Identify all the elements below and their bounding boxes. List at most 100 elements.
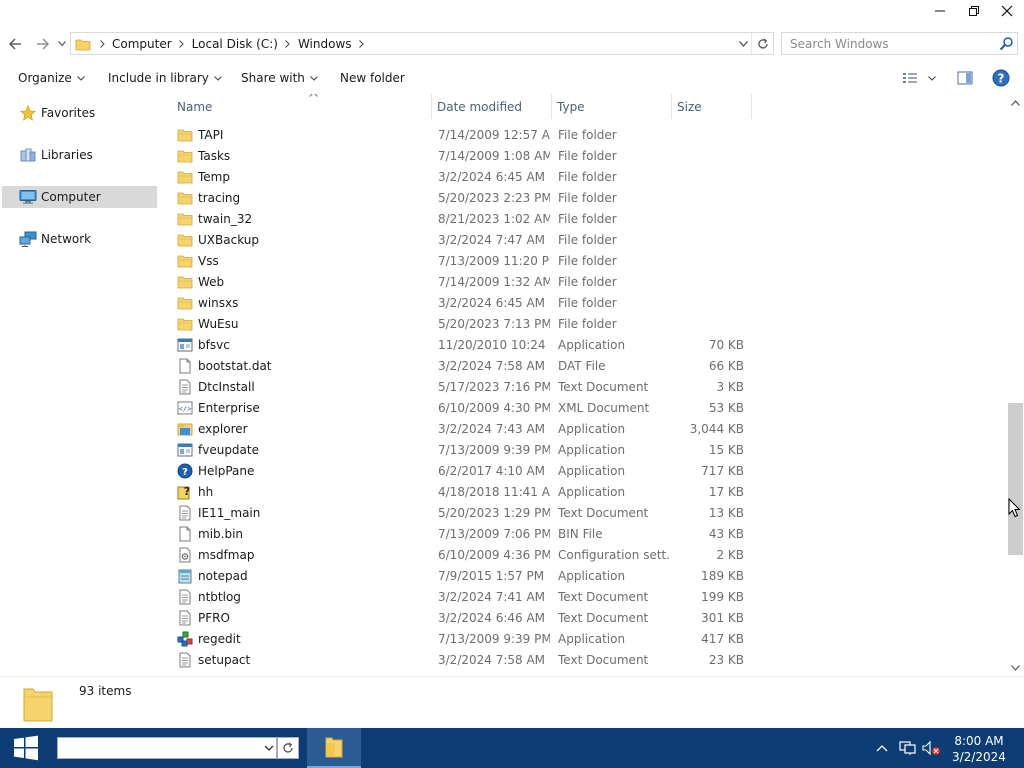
column-header-type[interactable]: Type [552, 94, 672, 119]
scroll-up-button[interactable] [1007, 94, 1024, 111]
item-count: 93 items [79, 684, 132, 698]
file-date-modified: 11/20/2010 10:24 ... [438, 338, 550, 352]
file-date-modified: 3/2/2024 7:58 AM [438, 653, 546, 667]
refresh-button[interactable] [751, 33, 773, 54]
share-with-menu[interactable]: Share with [241, 69, 318, 87]
minimize-button[interactable] [923, 0, 957, 22]
table-row[interactable]: fveupdate 7/13/2009 9:39 PM Application 15 … [160, 440, 760, 461]
file-size: 70 KB [708, 338, 744, 352]
column-header-label: Date modified [437, 99, 523, 114]
breadcrumb-separator-icon[interactable] [95, 33, 109, 54]
table-row[interactable]: UXBackup 3/2/2024 7:47 AM File folder [160, 230, 760, 251]
file-type: File folder [558, 128, 617, 142]
start-button[interactable] [0, 728, 52, 768]
table-row[interactable]: msdfmap 6/10/2009 4:36 PM Configuration se… [160, 545, 760, 566]
file-type: Application [558, 464, 626, 478]
close-button[interactable] [990, 0, 1024, 22]
table-row[interactable]: </> Enterprise 6/10/2009 4:30 PM XML Docume… [160, 398, 760, 419]
forward-button[interactable] [32, 33, 54, 55]
table-row[interactable]: ? hh 4/18/2018 11:41 AM Application 17 KB [160, 482, 760, 503]
address-dropdown-button[interactable] [735, 33, 751, 54]
nav-item-computer[interactable]: Computer [2, 186, 157, 208]
table-row[interactable]: Web 7/14/2009 1:32 AM File folder [160, 272, 760, 293]
table-row[interactable]: bootstat.dat 3/2/2024 7:58 AM DAT File 66 K… [160, 356, 760, 377]
text-file-icon [179, 379, 191, 395]
table-row[interactable]: winsxs 3/2/2024 6:45 AM File folder [160, 293, 760, 314]
breadcrumb-separator-icon[interactable] [355, 33, 369, 54]
blank-file-icon [179, 358, 191, 374]
sort-ascending-icon [309, 94, 318, 97]
back-button[interactable] [4, 33, 26, 55]
table-row[interactable]: TAPI 7/14/2009 12:57 AM File folder [160, 125, 760, 146]
column-header-size[interactable]: Size [672, 94, 752, 119]
table-row[interactable]: notepad 7/9/2015 1:57 PM Application 189 KB [160, 566, 760, 587]
show-hidden-icons-button[interactable] [872, 728, 892, 768]
volume-button[interactable] [920, 728, 942, 768]
column-header-name[interactable]: Name [172, 94, 432, 119]
file-name: WuEsu [198, 317, 239, 331]
table-row[interactable]: regedit 7/13/2009 9:39 PM Application 417 K… [160, 629, 760, 650]
network-status-button[interactable] [897, 728, 919, 768]
preview-pane-button[interactable] [953, 67, 977, 89]
nav-item-favorites[interactable]: Favorites [2, 102, 157, 124]
table-row[interactable]: explorer 3/2/2024 7:43 AM Application 3,044… [160, 419, 760, 440]
new-folder-button[interactable]: New folder [340, 69, 405, 87]
address-bar[interactable]: Computer Local Disk (C:) Windows [70, 32, 774, 55]
breadcrumb-local-disk[interactable]: Local Disk (C:) [189, 37, 281, 51]
file-name: notepad [198, 569, 248, 583]
taskbar-clock[interactable]: 8:00 AM 3/2/2024 [946, 733, 1012, 765]
file-date-modified: 8/21/2023 1:02 AM [438, 212, 550, 226]
chevron-up-icon [1011, 99, 1020, 106]
scrollbar-thumb[interactable] [1008, 403, 1023, 555]
table-row[interactable]: DtcInstall 5/17/2023 7:16 PM Text Document… [160, 377, 760, 398]
file-name: tracing [198, 191, 241, 205]
breadcrumb-separator-icon[interactable] [175, 33, 189, 54]
table-row[interactable]: IE11_main 5/20/2023 1:29 PM Text Document 1… [160, 503, 760, 524]
recent-locations-button[interactable] [55, 33, 69, 55]
vertical-scrollbar[interactable] [1007, 94, 1024, 676]
table-row[interactable]: tracing 5/20/2023 2:23 PM File folder [160, 188, 760, 209]
column-header-date-modified[interactable]: Date modified [432, 94, 552, 119]
scroll-down-button[interactable] [1007, 659, 1024, 676]
table-row[interactable]: WuEsu 5/20/2023 7:13 PM File folder [160, 314, 760, 335]
file-size: 13 KB [708, 506, 744, 520]
search-input[interactable] [790, 36, 990, 52]
table-row[interactable]: bfsvc 11/20/2010 10:24 ... Application 70 K… [160, 335, 760, 356]
taskbar-search-box[interactable] [57, 737, 277, 759]
help-button[interactable]: ? [989, 67, 1013, 89]
column-header-label: Size [677, 99, 702, 114]
breadcrumb-windows[interactable]: Windows [295, 37, 355, 51]
table-row[interactable]: Tasks 7/14/2009 1:08 AM File folder [160, 146, 760, 167]
table-row[interactable]: mib.bin 7/13/2009 7:06 PM BIN File 43 KB [160, 524, 760, 545]
svg-text:?: ? [182, 467, 188, 478]
table-row[interactable]: setupact 3/2/2024 7:58 AM Text Document 23 … [160, 650, 760, 671]
chevron-down-icon[interactable] [264, 742, 274, 754]
file-date-modified: 6/10/2009 4:36 PM [438, 548, 550, 562]
help-icon: ? [992, 69, 1010, 87]
change-view-button[interactable] [898, 67, 922, 89]
table-row[interactable]: ? HelpPane 6/2/2017 4:10 AM Application 717 … [160, 461, 760, 482]
table-row[interactable]: Vss 7/13/2009 11:20 PM File folder [160, 251, 760, 272]
application-icon [177, 443, 193, 457]
include-in-library-menu[interactable]: Include in library [108, 69, 222, 87]
search-icon[interactable] [999, 36, 1014, 51]
taskbar-search-input[interactable] [58, 738, 254, 758]
organize-menu[interactable]: Organize [18, 69, 85, 87]
restore-button[interactable] [957, 0, 991, 22]
breadcrumb-separator-icon[interactable] [281, 33, 295, 54]
file-date-modified: 5/17/2023 7:16 PM [438, 380, 550, 394]
search-box[interactable] [781, 32, 1018, 55]
file-size: 43 KB [708, 527, 744, 541]
file-size: 301 KB [701, 611, 744, 625]
file-size [678, 314, 744, 335]
table-row[interactable]: PFRO 3/2/2024 6:46 AM Text Document 301 KB [160, 608, 760, 629]
taskbar-refresh-button[interactable] [277, 737, 299, 759]
breadcrumb-computer[interactable]: Computer [109, 37, 175, 51]
taskbar-file-explorer[interactable] [307, 728, 361, 768]
table-row[interactable]: twain_32 8/21/2023 1:02 AM File folder [160, 209, 760, 230]
table-row[interactable]: Temp 3/2/2024 6:45 AM File folder [160, 167, 760, 188]
view-options-dropdown[interactable] [924, 67, 940, 89]
table-row[interactable]: ntbtlog 3/2/2024 7:41 AM Text Document 199 … [160, 587, 760, 608]
nav-item-libraries[interactable]: Libraries [2, 144, 157, 166]
nav-item-network[interactable]: Network [2, 228, 157, 250]
